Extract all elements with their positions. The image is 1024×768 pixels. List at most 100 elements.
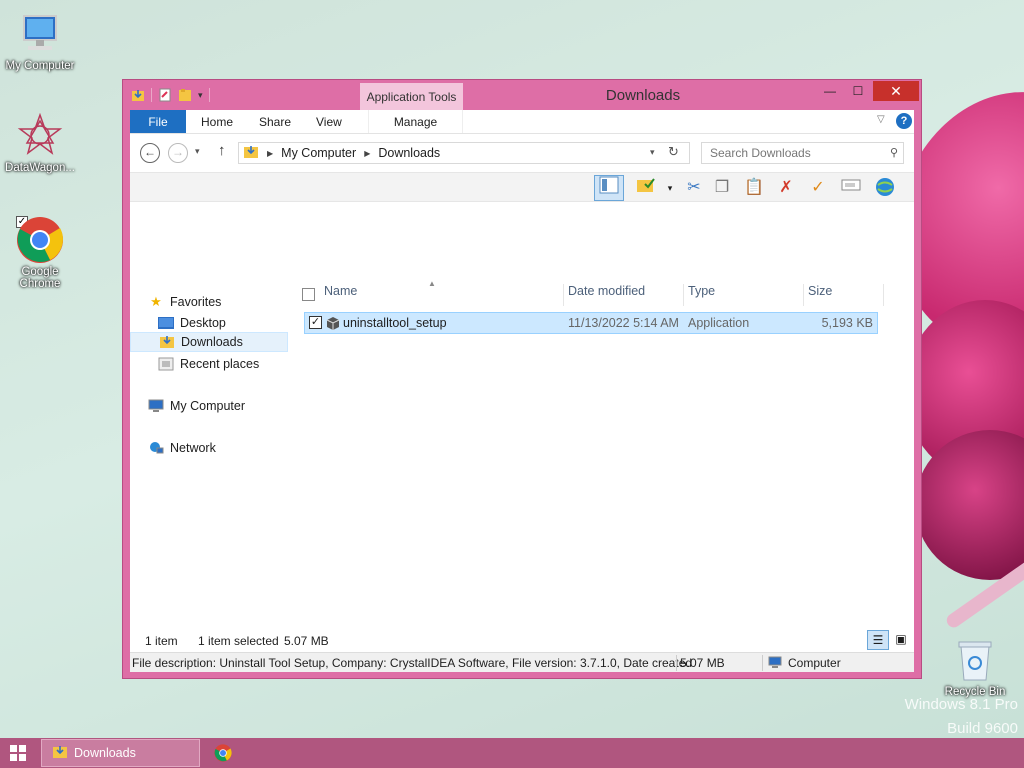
explorer-window: ▾ Application Tools Downloads — ☐ ✕ File…: [122, 79, 922, 679]
nav-item-downloads[interactable]: Downloads: [130, 332, 288, 352]
context-tab-application-tools: Application Tools: [360, 83, 463, 111]
search-icon[interactable]: ⚲: [890, 146, 898, 159]
windows-start-icon[interactable]: [10, 745, 26, 761]
nav-item-my-computer[interactable]: My Computer: [130, 396, 288, 416]
status-selected-count: 1 item selected: [198, 634, 279, 648]
breadcrumb-downloads[interactable]: Downloads: [378, 146, 440, 160]
breadcrumb-separator-icon[interactable]: ▶: [364, 149, 370, 158]
qat-customize-chevron-icon[interactable]: ▾: [198, 90, 203, 101]
nav-item-recent-places[interactable]: Recent places: [130, 354, 288, 374]
tab-view[interactable]: View: [316, 110, 342, 133]
new-folder-icon[interactable]: [178, 88, 192, 102]
tab-manage[interactable]: Manage: [368, 110, 463, 133]
computer-icon: [148, 398, 164, 414]
recent-places-icon: [158, 356, 174, 372]
sort-arrow-icon: ▲: [428, 279, 436, 288]
select-folder-icon[interactable]: [633, 176, 659, 200]
chrome-icon[interactable]: [214, 744, 232, 762]
desktop-icon-google-chrome[interactable]: Google Chrome: [0, 216, 80, 290]
navigation-pane: ★ Favorites Desktop Downloads Recent pla…: [130, 202, 290, 630]
breadcrumb-my-computer[interactable]: My Computer: [281, 146, 356, 160]
internet-globe-icon[interactable]: [870, 176, 900, 200]
taskbar-button-label: Downloads: [74, 746, 136, 760]
column-divider[interactable]: [883, 284, 884, 306]
paste-icon[interactable]: 📋: [741, 176, 767, 200]
file-list: ▲ Name Date modified Type Size ✓ uninsta…: [300, 202, 910, 630]
preview-pane-icon[interactable]: [594, 175, 624, 201]
cut-icon[interactable]: ✂: [681, 176, 707, 200]
up-arrow-icon[interactable]: ↑: [218, 142, 226, 159]
help-icon[interactable]: ?: [896, 113, 912, 129]
maximize-button[interactable]: ☐: [845, 81, 871, 101]
column-divider[interactable]: [683, 284, 684, 306]
desktop-icon-my-computer[interactable]: My Computer: [0, 10, 80, 72]
computer-icon: [16, 10, 64, 58]
column-divider[interactable]: [803, 284, 804, 306]
star-icon: ★: [150, 294, 162, 309]
column-header-size[interactable]: Size: [808, 284, 832, 306]
recent-locations-chevron-icon[interactable]: ▾: [195, 146, 200, 157]
copy-icon[interactable]: ❐: [709, 176, 735, 200]
file-name: uninstalltool_setup: [343, 316, 447, 330]
rename-icon[interactable]: [838, 176, 864, 200]
delete-icon[interactable]: ✗: [773, 176, 799, 200]
back-button[interactable]: ←: [140, 143, 160, 163]
select-chevron-icon[interactable]: ▾: [657, 176, 683, 200]
minimize-button[interactable]: —: [817, 81, 843, 101]
large-icons-view-button[interactable]: ▣: [890, 630, 912, 650]
desktop-icon-datawagon[interactable]: DataWagon...: [0, 112, 80, 174]
installer-package-icon: [325, 315, 341, 331]
breadcrumb-separator-icon[interactable]: ▶: [267, 149, 273, 158]
nav-item-label: Desktop: [180, 316, 226, 330]
desktop-icon-recycle-bin[interactable]: Recycle Bin: [935, 636, 1015, 698]
chrome-icon: [16, 216, 64, 264]
datawagon-logo-icon: [16, 112, 64, 160]
column-header-type[interactable]: Type: [688, 284, 715, 306]
address-row: ← → ▾ ↑ ▶ My Computer ▶ Downloads ▾ ↻ Se…: [130, 134, 914, 172]
column-header-name[interactable]: Name: [324, 284, 357, 306]
taskbar-explorer-button[interactable]: Downloads: [41, 739, 200, 767]
refresh-icon[interactable]: ↻: [668, 144, 679, 160]
column-header-date-modified[interactable]: Date modified: [568, 284, 645, 306]
address-history-chevron-icon[interactable]: ▾: [650, 147, 655, 158]
network-icon: [148, 440, 164, 456]
tab-share[interactable]: Share: [259, 110, 291, 133]
desktop-icon-label: DataWagon...: [5, 162, 75, 174]
details-divider: [762, 655, 763, 671]
checkmark-icon[interactable]: ✓: [805, 176, 831, 200]
row-checkbox[interactable]: ✓: [309, 316, 322, 329]
nav-item-favorites[interactable]: ★ Favorites: [130, 292, 288, 312]
address-bar[interactable]: ▶ My Computer ▶ Downloads: [238, 142, 690, 164]
desktop-icon-label: My Computer: [5, 60, 75, 72]
status-item-count: 1 item: [145, 634, 178, 648]
desktop-icon-label: Google Chrome: [19, 266, 61, 290]
details-bar: File description: Uninstall Tool Setup, …: [130, 652, 914, 672]
column-divider[interactable]: [563, 284, 564, 306]
nav-item-desktop[interactable]: Desktop: [130, 313, 288, 333]
file-date-modified: 11/13/2022 5:14 AM: [568, 316, 679, 330]
select-all-checkbox[interactable]: [302, 288, 315, 301]
nav-item-network[interactable]: Network: [130, 438, 288, 458]
folder-icon: [243, 145, 259, 162]
quick-access-toolbar: ▾: [131, 88, 210, 102]
status-selected-size: 5.07 MB: [284, 634, 329, 648]
downloads-folder-icon: [159, 334, 175, 350]
properties-icon[interactable]: [158, 88, 172, 102]
tab-file[interactable]: File: [130, 110, 186, 133]
nav-item-label: Network: [170, 441, 216, 455]
forward-button[interactable]: →: [168, 143, 188, 163]
table-row[interactable]: ✓ uninstalltool_setup 11/13/2022 5:14 AM…: [304, 312, 878, 334]
desktop-icon: [158, 315, 174, 331]
close-button[interactable]: ✕: [873, 81, 919, 101]
nav-item-label: My Computer: [170, 399, 246, 413]
taskbar: Downloads: [0, 738, 1024, 768]
computer-icon: [768, 656, 782, 671]
title-bar[interactable]: ▾ Application Tools Downloads — ☐ ✕: [123, 80, 921, 111]
details-view-button[interactable]: ☰: [867, 630, 889, 650]
status-bar: 1 item 1 item selected 5.07 MB ☰ ▣: [130, 630, 914, 652]
details-divider: [676, 655, 677, 671]
tab-home[interactable]: Home: [201, 110, 233, 133]
folder-down-icon[interactable]: [131, 88, 145, 102]
expand-ribbon-chevron-icon[interactable]: ▽: [877, 114, 885, 125]
search-input[interactable]: Search Downloads: [701, 142, 904, 164]
